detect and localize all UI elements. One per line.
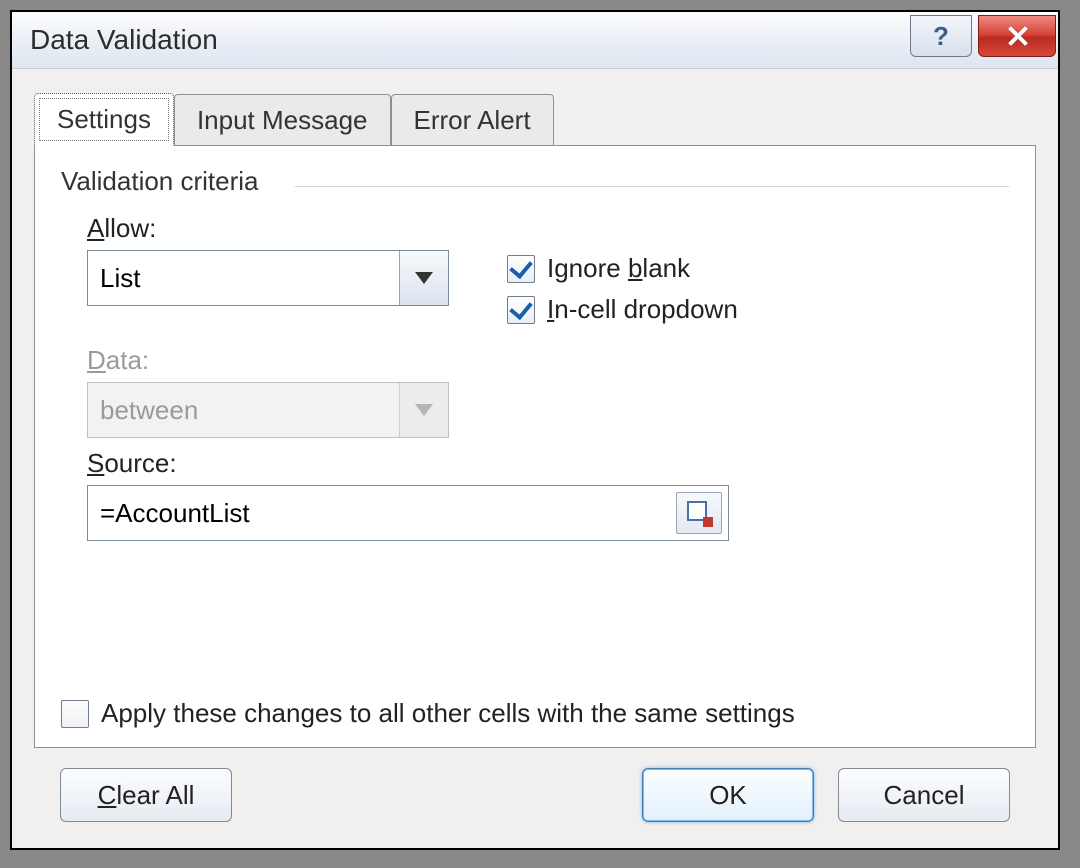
tab-label: Error Alert [414,105,531,135]
range-selector-icon [687,501,711,525]
tab-label: Input Message [197,105,368,135]
ok-button[interactable]: OK [642,768,814,822]
source-label: Source: [87,448,1009,479]
clear-all-button[interactable]: Clear All [60,768,232,822]
right-checks: Ignore blank In-cell dropdown [507,213,1009,335]
data-value: between [88,383,399,437]
chevron-down-icon [415,272,433,284]
help-icon: ? [933,21,949,52]
incell-dropdown-checkbox[interactable]: In-cell dropdown [507,294,1009,325]
ok-label: OK [709,780,747,811]
checkbox-icon [507,296,535,324]
allow-value: List [88,251,399,305]
apply-same-settings-checkbox[interactable]: Apply these changes to all other cells w… [61,698,1009,729]
help-button[interactable]: ? [910,15,972,57]
tab-error-alert[interactable]: Error Alert [391,94,554,146]
allow-combobox[interactable]: List [87,250,449,306]
titlebar: Data Validation ? [12,12,1058,69]
dialog-footer: Clear All OK Cancel [34,748,1036,830]
apply-label: Apply these changes to all other cells w… [101,698,795,729]
tab-label: Settings [57,104,151,134]
checkbox-icon [61,700,89,728]
close-button[interactable] [978,15,1056,57]
tab-body-settings: Validation criteria Allow: List [34,145,1036,748]
chevron-down-icon [415,404,433,416]
form-area: Allow: List Ignore [87,213,1009,551]
tab-strip: Settings Input Message Error Alert [34,93,1036,145]
allow-dropdown-button[interactable] [399,251,448,305]
data-dropdown-button [399,383,448,437]
ignore-blank-checkbox[interactable]: Ignore blank [507,253,1009,284]
cancel-label: Cancel [884,780,965,811]
window-title: Data Validation [30,24,904,56]
ignore-blank-label: Ignore blank [547,253,690,284]
group-separator [295,186,1009,187]
tab-input-message[interactable]: Input Message [174,94,391,146]
checkbox-icon [507,255,535,283]
close-icon [1007,26,1027,46]
range-selector-button[interactable] [676,492,722,534]
tab-settings[interactable]: Settings [34,93,174,146]
data-validation-dialog: Data Validation ? Settings Input Message… [10,10,1060,850]
data-label: Data: [87,345,507,376]
client-area: Settings Input Message Error Alert Valid… [12,69,1058,848]
source-value: =AccountList [88,498,676,529]
check-icon [509,295,533,319]
data-combobox: between [87,382,449,438]
titlebar-buttons: ? [904,15,1056,55]
group-label: Validation criteria [61,166,1009,197]
allow-label: Allow: [87,213,507,244]
incell-dropdown-label: In-cell dropdown [547,294,738,325]
source-input[interactable]: =AccountList [87,485,729,541]
check-icon [509,254,533,278]
cancel-button[interactable]: Cancel [838,768,1010,822]
